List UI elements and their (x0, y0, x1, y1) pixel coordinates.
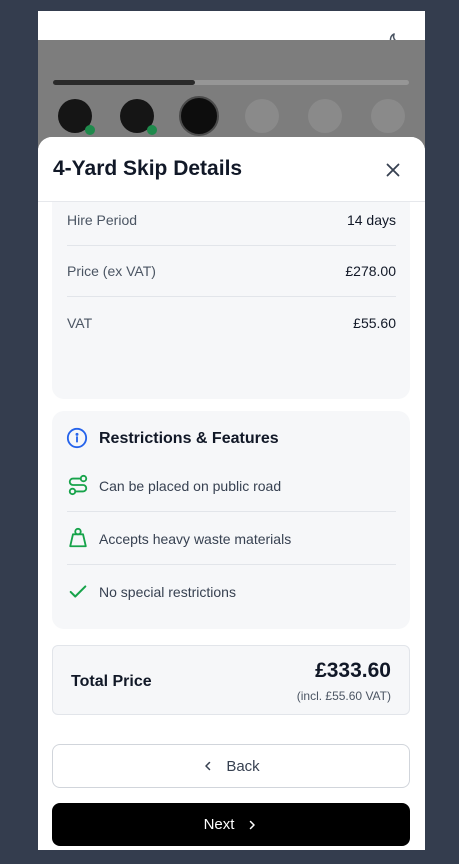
feature-item: Accepts heavy waste materials (67, 512, 396, 565)
detail-value: £55.60 (353, 315, 396, 331)
close-icon[interactable] (382, 159, 404, 181)
progress-fill (53, 80, 195, 85)
feature-item: Can be placed on public road (67, 459, 396, 512)
top-bar (38, 11, 425, 47)
detail-label: Price (ex VAT) (67, 263, 156, 279)
step-5-indicator (308, 99, 342, 133)
next-button[interactable]: Next (52, 803, 410, 846)
modal-title: 4-Yard Skip Details (53, 157, 243, 180)
detail-row-vat: VAT £55.60 (67, 298, 396, 349)
details-card: Hire Period 14 days Price (ex VAT) £278.… (52, 173, 410, 399)
total-price-card: Total Price £333.60 (incl. £55.60 VAT) (52, 645, 410, 715)
feature-text: Can be placed on public road (99, 478, 282, 494)
detail-label: VAT (67, 315, 93, 331)
detail-row-hire-period: Hire Period 14 days (67, 195, 396, 246)
chevron-right-icon (250, 820, 256, 829)
restrictions-title: Restrictions & Features (99, 430, 279, 447)
total-label: Total Price (71, 673, 152, 690)
app-screen: 4-Yard Skip Details Hire Period 14 days … (38, 11, 425, 850)
detail-row-price: Price (ex VAT) £278.00 (67, 246, 396, 297)
back-button[interactable]: Back (52, 744, 410, 788)
check-icon (67, 580, 89, 602)
step-1-indicator (58, 99, 95, 135)
route-icon (67, 474, 89, 496)
step-3-indicator (179, 96, 219, 136)
detail-label: Hire Period (67, 212, 138, 228)
step-6-indicator (371, 99, 405, 133)
chevron-left-icon (205, 761, 211, 771)
next-button-label: Next (203, 816, 235, 833)
feature-text: No special restrictions (99, 584, 236, 600)
step-2-indicator (120, 99, 157, 135)
restrictions-card: Restrictions & Features Can be placed on… (52, 411, 410, 629)
total-amount: £333.60 (315, 659, 391, 682)
weight-icon (67, 527, 89, 549)
step-4-indicator (245, 99, 279, 133)
info-icon (66, 427, 88, 449)
detail-value: 14 days (346, 212, 396, 228)
modal-header: 4-Yard Skip Details (38, 137, 425, 202)
detail-value: £278.00 (345, 263, 396, 279)
skip-details-modal: 4-Yard Skip Details Hire Period 14 days … (38, 137, 425, 850)
total-vat-note: (incl. £55.60 VAT) (296, 689, 391, 703)
feature-item: No special restrictions (67, 565, 396, 618)
feature-text: Accepts heavy waste materials (99, 531, 292, 547)
back-button-label: Back (226, 757, 260, 775)
